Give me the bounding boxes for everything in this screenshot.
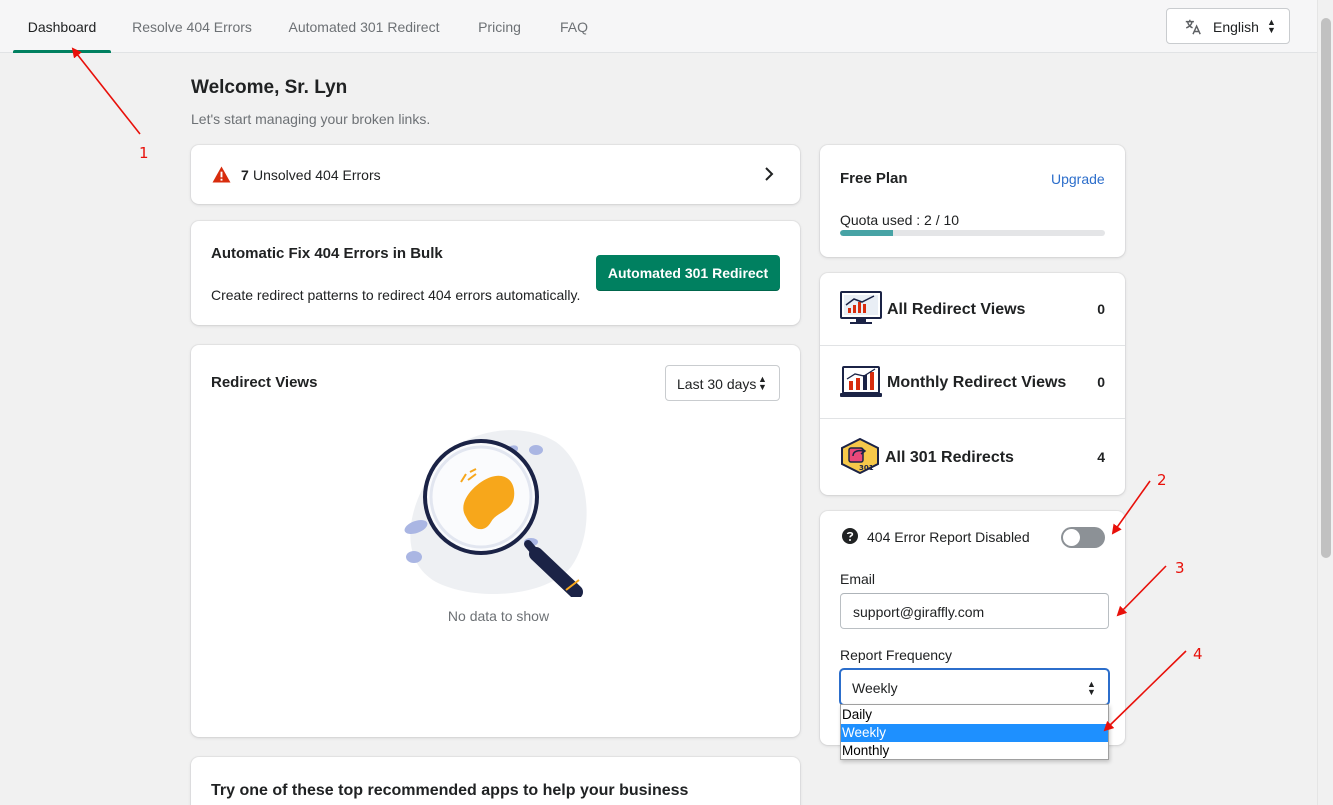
translate-icon <box>1185 19 1201 35</box>
quota-label: Quota used : 2 / 10 <box>840 212 960 228</box>
quota-progress-fill <box>840 230 893 236</box>
stat-label: All Redirect Views <box>887 301 1026 318</box>
report-status-title: 404 Error Report Disabled <box>867 529 1030 545</box>
report-frequency-label: Report Frequency <box>840 647 953 663</box>
annotation-label-2: 2 <box>1157 471 1167 489</box>
tab-resolve-404-errors[interactable]: Resolve 404 Errors <box>126 0 258 53</box>
top-nav: Dashboard Resolve 404 Errors Automated 3… <box>0 0 1317 53</box>
bulk-fix-title: Automatic Fix 404 Errors in Bulk <box>211 245 443 262</box>
option-monthly[interactable]: Monthly <box>841 742 1108 760</box>
recommended-apps-title: Try one of these top recommended apps to… <box>211 782 689 799</box>
tab-dashboard[interactable]: Dashboard <box>13 0 111 53</box>
language-label: English <box>1213 19 1259 35</box>
annotation-label-3: 3 <box>1175 559 1185 577</box>
plan-card: Free Plan Upgrade Quota used : 2 / 10 <box>820 145 1125 257</box>
report-toggle[interactable] <box>1061 527 1105 548</box>
empty-state-magnifier-icon <box>404 430 587 597</box>
tab-pricing[interactable]: Pricing <box>468 0 531 53</box>
redirect-301-icon: 301 <box>841 438 879 474</box>
scrollbar-thumb[interactable] <box>1321 18 1331 558</box>
report-frequency-select[interactable]: Weekly ▲ ▼ <box>839 668 1110 706</box>
chevron-right-icon[interactable] <box>763 165 775 183</box>
date-range-select[interactable]: Last 30 days ▲ ▼ <box>665 365 780 401</box>
automated-301-redirect-button[interactable]: Automated 301 Redirect <box>596 255 780 291</box>
recommended-apps-card: Try one of these top recommended apps to… <box>191 757 800 805</box>
warning-icon <box>212 166 231 183</box>
bulk-fix-card: Automatic Fix 404 Errors in Bulk Create … <box>191 221 800 325</box>
no-data-text: No data to show <box>447 608 550 624</box>
quota-progress-bar <box>840 230 1105 236</box>
upgrade-link[interactable]: Upgrade <box>1051 171 1105 187</box>
redirect-views-card: Redirect Views Last 30 days ▲ ▼ No data t… <box>191 345 800 737</box>
frequency-dropdown-list: Daily Weekly Monthly <box>840 704 1109 760</box>
tab-faq[interactable]: FAQ <box>551 0 597 53</box>
select-arrows-icon: ▲ ▼ <box>1087 679 1096 697</box>
stat-row-all-redirect-views: All Redirect Views 0 <box>820 273 1125 346</box>
plan-title: Free Plan <box>840 170 908 187</box>
annotation-arrow-1 <box>71 47 141 135</box>
monthly-chart-icon <box>840 366 882 397</box>
option-daily[interactable]: Daily <box>841 706 1108 724</box>
email-field[interactable]: support@giraffly.com <box>840 593 1109 629</box>
stat-value: 4 <box>1097 449 1105 465</box>
annotation-label-4: 4 <box>1193 645 1203 663</box>
question-icon[interactable] <box>842 528 858 544</box>
stat-label: Monthly Redirect Views <box>887 374 1067 391</box>
select-arrows-icon: ▲ ▼ <box>758 374 767 392</box>
report-frequency-value: Weekly <box>852 680 898 696</box>
unsolved-count: 7 <box>241 167 249 183</box>
svg-text:301: 301 <box>859 464 874 472</box>
bulk-fix-description: Create redirect patterns to redirect 404… <box>211 287 581 303</box>
annotation-arrow-3 <box>1116 565 1167 617</box>
stats-card: All Redirect Views 0 Monthly Redirect Vi… <box>820 273 1125 495</box>
redirect-views-title: Redirect Views <box>211 374 318 391</box>
email-label: Email <box>840 571 876 587</box>
page-scrollbar[interactable] <box>1317 0 1333 805</box>
tab-automated-301-redirect[interactable]: Automated 301 Redirect <box>279 0 449 53</box>
stat-label: All 301 Redirects <box>885 449 1014 466</box>
date-range-value: Last 30 days <box>677 376 757 392</box>
stat-value: 0 <box>1097 374 1105 390</box>
annotation-label-1: 1 <box>139 144 149 162</box>
page-title: Welcome, Sr. Lyn <box>191 77 348 98</box>
unsolved-label: Unsolved 404 Errors <box>253 167 381 183</box>
unsolved-errors-card[interactable]: 7 Unsolved 404 Errors <box>191 145 800 204</box>
option-weekly[interactable]: Weekly <box>841 724 1108 742</box>
stat-row-all-301-redirects: 301 All 301 Redirects 4 <box>820 419 1125 495</box>
toggle-knob <box>1063 529 1080 546</box>
language-select[interactable]: English ▲ ▼ <box>1166 8 1290 44</box>
select-arrows-icon: ▲ ▼ <box>1267 17 1276 35</box>
monitor-chart-icon <box>840 291 882 324</box>
stat-row-monthly-redirect-views: Monthly Redirect Views 0 <box>820 346 1125 419</box>
page-subtitle: Let's start managing your broken links. <box>191 111 431 127</box>
stat-value: 0 <box>1097 301 1105 317</box>
